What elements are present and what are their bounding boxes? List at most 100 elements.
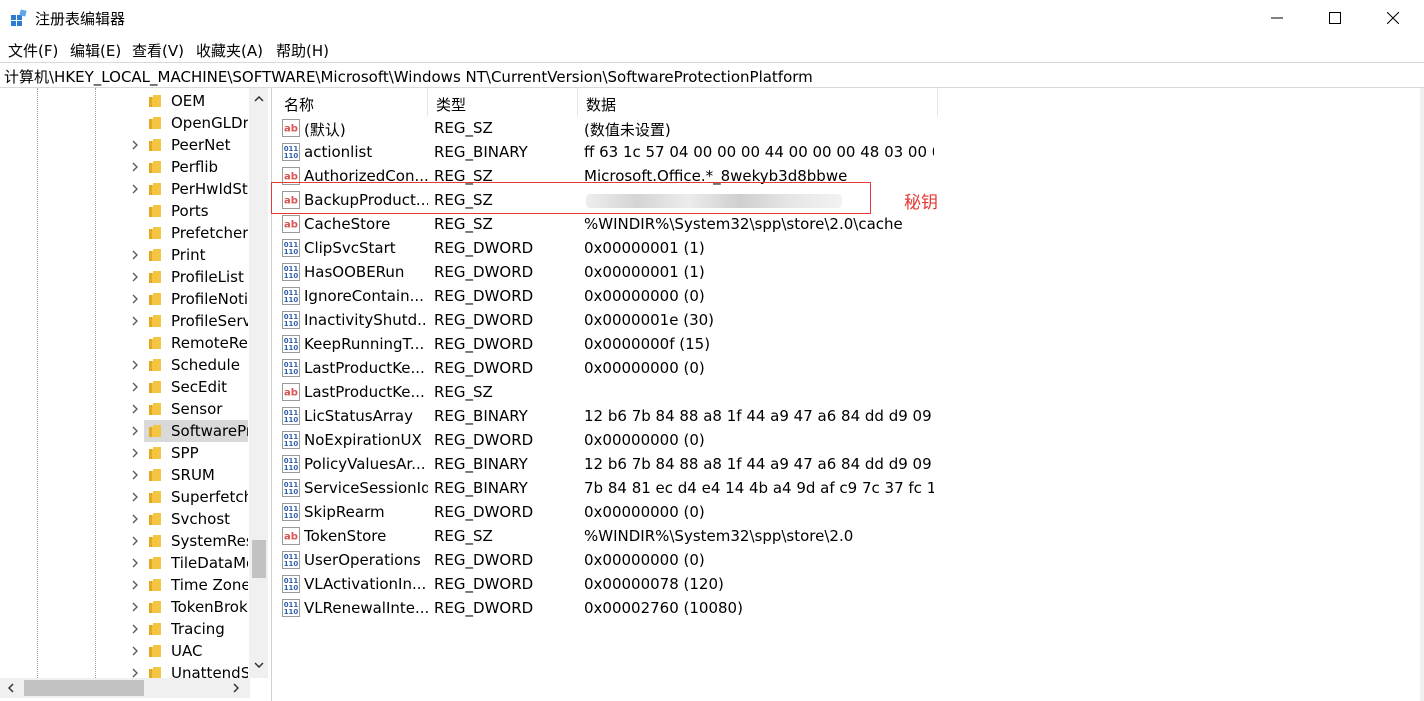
- folder-icon: [149, 469, 161, 481]
- scroll-left-button[interactable]: [3, 679, 19, 697]
- tree-item[interactable]: Schedule: [0, 354, 248, 376]
- tree-item[interactable]: ProfileNotification: [0, 288, 248, 310]
- tree-item[interactable]: TokenBroker: [0, 596, 248, 618]
- tree-item[interactable]: SystemRestore: [0, 530, 248, 552]
- tree-item[interactable]: Prefetcher: [0, 222, 248, 244]
- address-bar[interactable]: 计算机\HKEY_LOCAL_MACHINE\SOFTWARE\Microsof…: [0, 62, 1424, 88]
- menu-view[interactable]: 查看(V): [132, 40, 184, 61]
- tree-item[interactable]: SRUM: [0, 464, 248, 486]
- scroll-right-button[interactable]: [228, 679, 244, 697]
- tree-item[interactable]: PerHwIdStorage: [0, 178, 248, 200]
- minimize-button[interactable]: [1248, 0, 1306, 36]
- expand-chevron-icon[interactable]: [129, 446, 141, 460]
- tree-item[interactable]: SecEdit: [0, 376, 248, 398]
- value-row[interactable]: 011 110 actionlist REG_BINARY ff 63 1c 57 04…: [276, 140, 976, 164]
- value-row[interactable]: 011 110 VLActivationIn... REG_DWORD 0x000000…: [276, 572, 976, 596]
- tree-item[interactable]: PeerNet: [0, 134, 248, 156]
- expand-chevron-icon[interactable]: [129, 556, 141, 570]
- expand-chevron-icon[interactable]: [129, 644, 141, 658]
- expand-chevron-icon[interactable]: [129, 534, 141, 548]
- tree-item[interactable]: SPP: [0, 442, 248, 464]
- column-header-data[interactable]: 数据: [578, 88, 938, 116]
- tree-item[interactable]: Svchost: [0, 508, 248, 530]
- value-type: REG_DWORD: [434, 311, 534, 329]
- value-row[interactable]: 011 110 PolicyValuesAr... REG_BINARY 12 b6 7…: [276, 452, 976, 476]
- address-path[interactable]: 计算机\HKEY_LOCAL_MACHINE\SOFTWARE\Microsof…: [4, 66, 813, 87]
- tree-item[interactable]: Tracing: [0, 618, 248, 640]
- menu-help[interactable]: 帮助(H): [276, 40, 329, 61]
- value-data: %WINDIR%\System32\spp\store\2.0\cache: [584, 215, 903, 233]
- maximize-button[interactable]: [1306, 0, 1364, 36]
- expand-chevron-icon[interactable]: [129, 600, 141, 614]
- svg-text:110: 110: [284, 560, 299, 568]
- tree-item[interactable]: Ports: [0, 200, 248, 222]
- tree-item[interactable]: TileDataModel: [0, 552, 248, 574]
- value-type: REG_SZ: [434, 215, 493, 233]
- expand-chevron-icon[interactable]: [129, 578, 141, 592]
- svg-text:110: 110: [284, 248, 299, 256]
- value-row[interactable]: 011 110 SkipRearm REG_DWORD 0x00000000 (0): [276, 500, 976, 524]
- values-list-pane[interactable]: 名称 类型 数据 ab (默认) REG_SZ (数值未设置) 011 110 action…: [276, 88, 1424, 701]
- expand-chevron-icon[interactable]: [129, 490, 141, 504]
- expand-chevron-icon[interactable]: [129, 314, 141, 328]
- scroll-down-button[interactable]: [249, 656, 268, 674]
- value-row[interactable]: 011 110 InactivityShutd... REG_DWORD 0x00000…: [276, 308, 976, 332]
- tree-item[interactable]: Time Zones: [0, 574, 248, 596]
- column-header-name[interactable]: 名称: [276, 88, 428, 116]
- key-tree-pane[interactable]: OEM OpenGLDrivers PeerNet Perflib PerHwIdSto…: [0, 88, 272, 701]
- expand-chevron-icon[interactable]: [129, 182, 141, 196]
- value-row[interactable]: 011 110 NoExpirationUX REG_DWORD 0x00000000 …: [276, 428, 976, 452]
- expand-chevron-icon[interactable]: [129, 248, 141, 262]
- expand-chevron-icon[interactable]: [129, 622, 141, 636]
- tree-item[interactable]: Print: [0, 244, 248, 266]
- menu-file[interactable]: 文件(F): [8, 40, 58, 61]
- tree-item[interactable]: SoftwareProtectionPlatform: [0, 420, 248, 442]
- scroll-up-button[interactable]: [249, 90, 268, 108]
- value-row[interactable]: 011 110 LicStatusArray REG_BINARY 12 b6 7b 8…: [276, 404, 976, 428]
- vertical-scroll-thumb[interactable]: [252, 540, 266, 578]
- expand-chevron-icon[interactable]: [129, 160, 141, 174]
- value-row[interactable]: 011 110 ServiceSessionId REG_BINARY 7b 84 81…: [276, 476, 976, 500]
- tree-item[interactable]: Perflib: [0, 156, 248, 178]
- tree-item[interactable]: ProfileList: [0, 266, 248, 288]
- expand-chevron-icon[interactable]: [129, 512, 141, 526]
- tree-item-label: ProfileService: [171, 312, 248, 330]
- value-row[interactable]: 011 110 LastProductKe... REG_DWORD 0x0000000…: [276, 356, 976, 380]
- close-button[interactable]: [1364, 0, 1422, 36]
- value-row[interactable]: 011 110 UserOperations REG_DWORD 0x00000000 …: [276, 548, 976, 572]
- tree-item[interactable]: UAC: [0, 640, 248, 662]
- column-header-type[interactable]: 类型: [428, 88, 578, 116]
- value-row[interactable]: 011 110 ClipSvcStart REG_DWORD 0x00000001 (1…: [276, 236, 976, 260]
- expand-chevron-icon[interactable]: [129, 270, 141, 284]
- value-data: 0x00000000 (0): [584, 359, 705, 377]
- tree-vertical-scrollbar[interactable]: [249, 88, 268, 678]
- horizontal-scroll-thumb[interactable]: [24, 680, 144, 696]
- value-row[interactable]: 011 110 VLRenewalInte... REG_DWORD 0x0000276…: [276, 596, 976, 620]
- folder-icon: [149, 205, 161, 217]
- value-type: REG_DWORD: [434, 335, 534, 353]
- value-row[interactable]: ab LastProductKe... REG_SZ: [276, 380, 976, 404]
- expand-chevron-icon[interactable]: [129, 380, 141, 394]
- value-row[interactable]: 011 110 KeepRunningT... REG_DWORD 0x0000000f…: [276, 332, 976, 356]
- folder-icon: [149, 315, 161, 327]
- expand-chevron-icon[interactable]: [129, 468, 141, 482]
- tree-item[interactable]: OpenGLDrivers: [0, 112, 248, 134]
- expand-chevron-icon[interactable]: [129, 138, 141, 152]
- expand-chevron-icon[interactable]: [129, 424, 141, 438]
- tree-item[interactable]: Superfetch: [0, 486, 248, 508]
- value-row[interactable]: 011 110 IgnoreContain... REG_DWORD 0x0000000…: [276, 284, 976, 308]
- tree-item[interactable]: Sensor: [0, 398, 248, 420]
- expand-chevron-icon[interactable]: [129, 292, 141, 306]
- tree-item[interactable]: ProfileService: [0, 310, 248, 332]
- expand-chevron-icon[interactable]: [129, 402, 141, 416]
- value-row[interactable]: ab CacheStore REG_SZ %WINDIR%\System32\spp\…: [276, 212, 976, 236]
- value-row[interactable]: 011 110 HasOOBERun REG_DWORD 0x00000001 (1): [276, 260, 976, 284]
- tree-item[interactable]: RemoteRegistry: [0, 332, 248, 354]
- value-row[interactable]: ab (默认) REG_SZ (数值未设置): [276, 116, 976, 140]
- menu-favorites[interactable]: 收藏夹(A): [196, 40, 263, 61]
- annotation-label: 秘钥: [904, 193, 938, 213]
- menu-edit[interactable]: 编辑(E): [70, 40, 121, 61]
- expand-chevron-icon[interactable]: [129, 358, 141, 372]
- tree-item[interactable]: OEM: [0, 90, 248, 112]
- value-row[interactable]: ab TokenStore REG_SZ %WINDIR%\System32\spp\…: [276, 524, 976, 548]
